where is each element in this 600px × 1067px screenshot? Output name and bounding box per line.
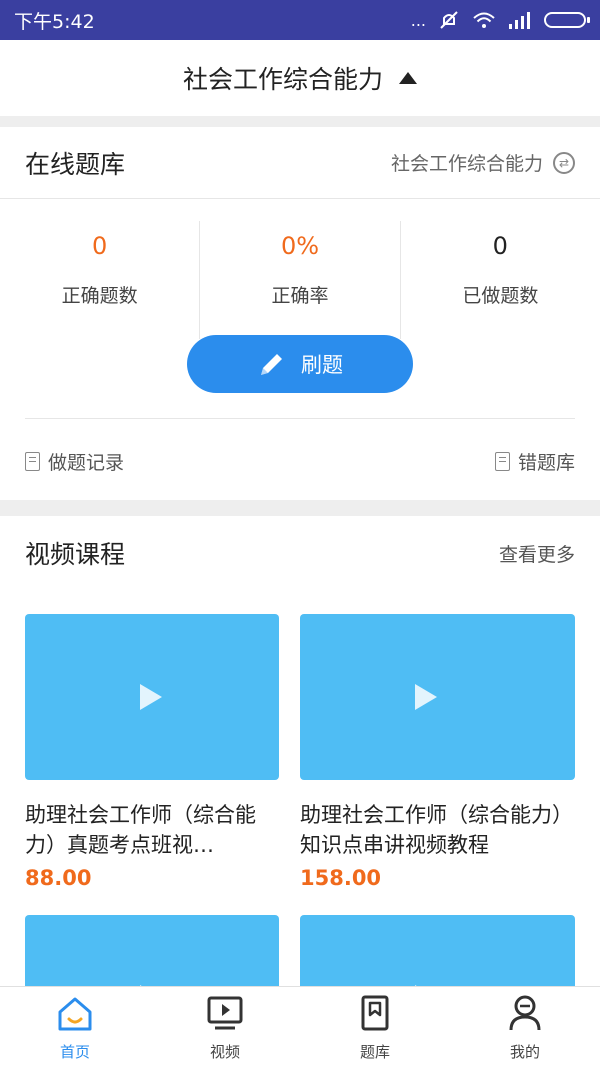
history-link[interactable]: 做题记录	[25, 448, 124, 475]
page-title: 社会工作综合能力	[182, 65, 383, 94]
tab-label: 视频	[209, 1043, 240, 1061]
stat-label: 正确率	[271, 285, 329, 307]
video-card[interactable]: 助理社会工作师（综合能力）真题考点班视… 88.00	[25, 614, 279, 890]
bank-links: 做题记录 错题库	[0, 439, 600, 483]
video-card[interactable]	[300, 915, 575, 986]
caret-up-icon	[399, 72, 417, 84]
video-courses-title: 视频课程	[25, 540, 126, 569]
stat-label: 正确题数	[61, 285, 138, 307]
subject-switch[interactable]: 社会工作综合能力 ⇄	[391, 149, 575, 176]
stat-label: 已做题数	[462, 285, 539, 307]
video-title: 助理社会工作师（综合能力）知识点串讲视频教程	[300, 803, 573, 857]
record-icon	[25, 451, 40, 471]
question-bank-card: 在线题库 社会工作综合能力 ⇄ 0 正确题数 0% 正确率 0 已做题数 刷题 …	[0, 127, 600, 500]
question-bank-title: 在线题库	[25, 149, 126, 179]
tab-home[interactable]: 首页	[0, 987, 150, 1067]
tab-label: 首页	[59, 1043, 90, 1061]
stat-correct-count: 0 正确题数	[0, 221, 201, 339]
play-icon	[140, 684, 162, 710]
divider	[25, 418, 575, 419]
stat-value: 0	[492, 232, 508, 260]
stat-value: 0%	[280, 232, 320, 260]
stat-done-count: 0 已做题数	[401, 221, 600, 339]
see-more-link[interactable]: 查看更多	[499, 540, 575, 567]
stat-value: 0	[92, 232, 108, 260]
video-title: 助理社会工作师（综合能力）真题考点班视…	[25, 803, 256, 857]
video-card[interactable]: 助理社会工作师（综合能力）知识点串讲视频教程 158.00	[300, 614, 575, 890]
wrong-questions-link[interactable]: 错题库	[494, 448, 575, 475]
video-price: 88.00	[25, 866, 92, 890]
stats-row: 0 正确题数 0% 正确率 0 已做题数	[0, 221, 600, 339]
history-link-label: 做题记录	[48, 451, 125, 474]
subject-name: 社会工作综合能力	[390, 153, 543, 175]
practice-button-label: 刷题	[301, 353, 343, 377]
video-card[interactable]	[25, 915, 279, 986]
status-bar: 下午5:42 ...	[0, 0, 600, 40]
practice-button[interactable]: 刷题	[187, 335, 413, 393]
video-thumbnail[interactable]	[300, 915, 575, 986]
swap-icon: ⇄	[553, 151, 575, 174]
question-bank-header: 在线题库 社会工作综合能力 ⇄	[0, 127, 600, 199]
video-price: 158.00	[300, 866, 382, 890]
wrong-book-icon	[494, 451, 510, 471]
wifi-icon	[473, 12, 495, 28]
tab-mine[interactable]: 我的	[450, 987, 600, 1067]
tab-label: 题库	[359, 1043, 390, 1061]
more-dots: ...	[410, 10, 426, 30]
video-thumbnail[interactable]	[25, 915, 279, 986]
bookmark-icon	[361, 995, 389, 1031]
wrong-link-label: 错题库	[517, 451, 575, 474]
video-thumbnail[interactable]	[25, 614, 279, 780]
tab-label: 我的	[509, 1043, 540, 1061]
person-icon	[509, 995, 541, 1031]
stat-correct-rate: 0% 正确率	[200, 221, 401, 339]
video-courses-header: 视频课程 查看更多	[0, 516, 600, 590]
battery-icon	[544, 12, 590, 28]
video-thumbnail[interactable]	[300, 614, 575, 780]
bottom-tab-bar: 首页 视频 题库 我的	[0, 986, 600, 1067]
video-icon	[207, 996, 243, 1030]
tab-video[interactable]: 视频	[150, 987, 300, 1067]
status-icons: ...	[410, 10, 590, 30]
play-icon	[415, 684, 437, 710]
video-courses-card: 视频课程 查看更多 助理社会工作师（综合能力）真题考点班视… 88.00 助理社…	[0, 516, 600, 986]
mute-icon	[440, 11, 458, 29]
signal-icon	[509, 12, 530, 29]
status-time: 下午5:42	[14, 10, 95, 33]
subject-selector[interactable]: 社会工作综合能力	[0, 40, 600, 116]
home-icon	[58, 997, 92, 1031]
pencil-icon	[261, 354, 282, 375]
tab-question-bank[interactable]: 题库	[300, 987, 450, 1067]
